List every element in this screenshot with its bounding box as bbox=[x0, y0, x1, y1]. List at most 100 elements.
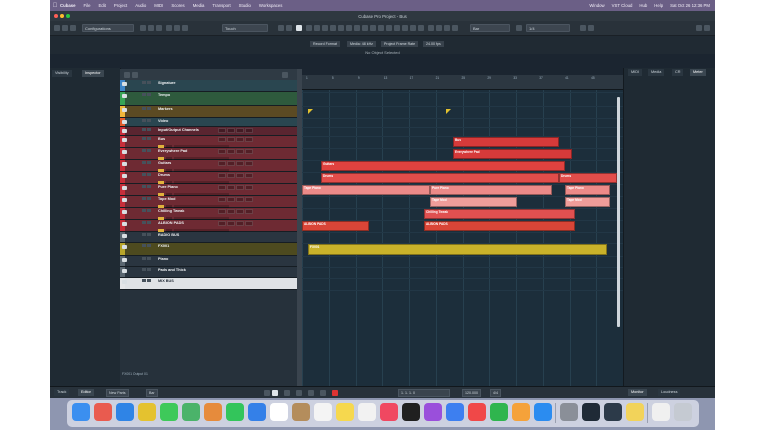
track-name[interactable]: Drums bbox=[158, 173, 170, 177]
stop-icon[interactable] bbox=[272, 390, 278, 396]
lower-zone-icon[interactable] bbox=[182, 25, 188, 31]
menu-vst-cloud[interactable]: VST Cloud bbox=[612, 3, 633, 8]
solo-button[interactable] bbox=[147, 173, 151, 176]
track-control-button[interactable] bbox=[227, 161, 235, 166]
track-name[interactable]: Everywhere Pad bbox=[158, 149, 187, 153]
event-clip[interactable]: FX001 bbox=[308, 244, 607, 255]
object-selection-tool-icon[interactable] bbox=[296, 25, 302, 31]
track-control-button[interactable] bbox=[236, 173, 244, 178]
forward-icon[interactable] bbox=[296, 390, 302, 396]
autoscroll-icon[interactable] bbox=[410, 25, 416, 31]
activate-project-icon[interactable] bbox=[54, 25, 60, 31]
mute-button[interactable] bbox=[142, 209, 146, 212]
dock-finder-icon[interactable] bbox=[72, 403, 90, 421]
dock-cubase-icon[interactable] bbox=[582, 403, 600, 421]
track-control-button[interactable] bbox=[245, 149, 253, 154]
mute-button[interactable] bbox=[142, 119, 146, 122]
tab-track[interactable]: Track bbox=[54, 389, 70, 396]
track-control-button[interactable] bbox=[245, 209, 253, 214]
track-name[interactable]: FX001 bbox=[158, 244, 169, 248]
solo-button[interactable] bbox=[147, 185, 151, 188]
track-name[interactable]: Video bbox=[158, 119, 168, 123]
range-tool-icon[interactable] bbox=[306, 25, 312, 31]
track-row[interactable]: Everywhere Pad bbox=[120, 148, 297, 160]
dock-music-icon[interactable] bbox=[380, 403, 398, 421]
event-clip[interactable]: ALBION PADS bbox=[302, 221, 369, 231]
mute-button[interactable] bbox=[142, 185, 146, 188]
solo-button[interactable] bbox=[147, 137, 151, 140]
split-tool-icon[interactable] bbox=[314, 25, 320, 31]
track-row[interactable]: Drums bbox=[120, 172, 297, 184]
track-control-button[interactable] bbox=[218, 161, 226, 166]
quantize-select[interactable]: 1/4 bbox=[526, 24, 570, 32]
track-row[interactable]: Piano bbox=[120, 256, 297, 267]
event-clip[interactable]: Bus bbox=[453, 137, 559, 147]
track-name[interactable]: Markers bbox=[158, 107, 173, 111]
track-control-button[interactable] bbox=[218, 137, 226, 142]
edit-history-icon[interactable] bbox=[70, 25, 76, 31]
menu-hub[interactable]: Hub bbox=[639, 3, 647, 8]
zoom-tool-icon[interactable] bbox=[338, 25, 344, 31]
solo-button[interactable] bbox=[147, 268, 151, 271]
track-name[interactable]: Bus bbox=[158, 137, 165, 141]
track-row[interactable]: Pads and Thick bbox=[120, 267, 297, 278]
track-row[interactable]: Guitars bbox=[120, 160, 297, 172]
track-control-button[interactable] bbox=[245, 173, 253, 178]
comp-tool-icon[interactable] bbox=[378, 25, 384, 31]
track-row[interactable]: MIX BUS bbox=[120, 278, 297, 290]
sample-rate-tab[interactable]: Media: 48 kHz bbox=[347, 41, 376, 47]
quantize-apply-icon[interactable] bbox=[580, 25, 586, 31]
grid-type-icon[interactable] bbox=[444, 25, 450, 31]
snap-toggle-icon[interactable] bbox=[436, 25, 442, 31]
track-name[interactable]: Chilling Tweak bbox=[158, 209, 184, 213]
dock-contacts-icon[interactable] bbox=[292, 403, 310, 421]
menu-window[interactable]: Window bbox=[589, 3, 604, 8]
bars-select[interactable]: Bar bbox=[146, 389, 158, 397]
new-parts-select[interactable]: New Parts bbox=[106, 389, 129, 397]
line-tool-icon[interactable] bbox=[362, 25, 368, 31]
solo-button[interactable] bbox=[147, 93, 151, 96]
track-control-button[interactable] bbox=[218, 173, 226, 178]
dock-notes-folder-icon[interactable] bbox=[626, 403, 644, 421]
automation-mode-select[interactable]: Touch bbox=[222, 24, 268, 32]
mute-tool-icon[interactable] bbox=[346, 25, 352, 31]
snap-icon[interactable] bbox=[278, 25, 284, 31]
color-tool-icon[interactable] bbox=[386, 25, 392, 31]
cycle-icon[interactable] bbox=[308, 390, 314, 396]
track-control-button[interactable] bbox=[218, 197, 226, 202]
mute-button[interactable] bbox=[142, 279, 146, 282]
track-control-button[interactable] bbox=[245, 185, 253, 190]
tab-loudness[interactable]: Loudness bbox=[658, 389, 681, 396]
event-clip[interactable]: Guitars bbox=[321, 161, 565, 171]
project-settings-icon[interactable] bbox=[704, 25, 710, 31]
dock-freeform-icon[interactable] bbox=[358, 403, 376, 421]
menu-file[interactable]: File bbox=[84, 3, 91, 8]
track-control-button[interactable] bbox=[236, 128, 244, 133]
tab-midi[interactable]: MIDI bbox=[628, 69, 643, 76]
rewind-icon[interactable] bbox=[284, 390, 290, 396]
menu-project[interactable]: Project bbox=[114, 3, 127, 8]
event-clip[interactable]: Chilling Tweak bbox=[424, 209, 575, 219]
track-control-button[interactable] bbox=[236, 197, 244, 202]
mute-button[interactable] bbox=[142, 268, 146, 271]
zoom-window-button[interactable] bbox=[66, 14, 70, 18]
dock-notes-icon[interactable] bbox=[336, 403, 354, 421]
track-control-button[interactable] bbox=[245, 161, 253, 166]
dock-safari-icon[interactable] bbox=[116, 403, 134, 421]
track-name[interactable]: Tape Mod bbox=[158, 197, 175, 201]
solo-button[interactable] bbox=[147, 221, 151, 224]
track-control-button[interactable] bbox=[236, 209, 244, 214]
dock-reminders-icon[interactable] bbox=[314, 403, 332, 421]
signature-display[interactable]: 4/4 bbox=[490, 389, 501, 397]
track-name[interactable]: ALBION PADS bbox=[158, 221, 184, 225]
track-name[interactable]: Tempo bbox=[158, 93, 170, 97]
nudge-icon[interactable] bbox=[402, 25, 408, 31]
tempo-display[interactable]: 120.000 bbox=[462, 389, 481, 397]
set-markers-icon[interactable] bbox=[62, 25, 68, 31]
track-control-button[interactable] bbox=[227, 173, 235, 178]
track-filter-icon[interactable] bbox=[132, 72, 138, 78]
loop-icon[interactable] bbox=[148, 25, 154, 31]
dock-mail-icon[interactable] bbox=[248, 403, 266, 421]
solo-button[interactable] bbox=[147, 119, 151, 122]
tab-meter[interactable]: Meter bbox=[690, 69, 706, 76]
